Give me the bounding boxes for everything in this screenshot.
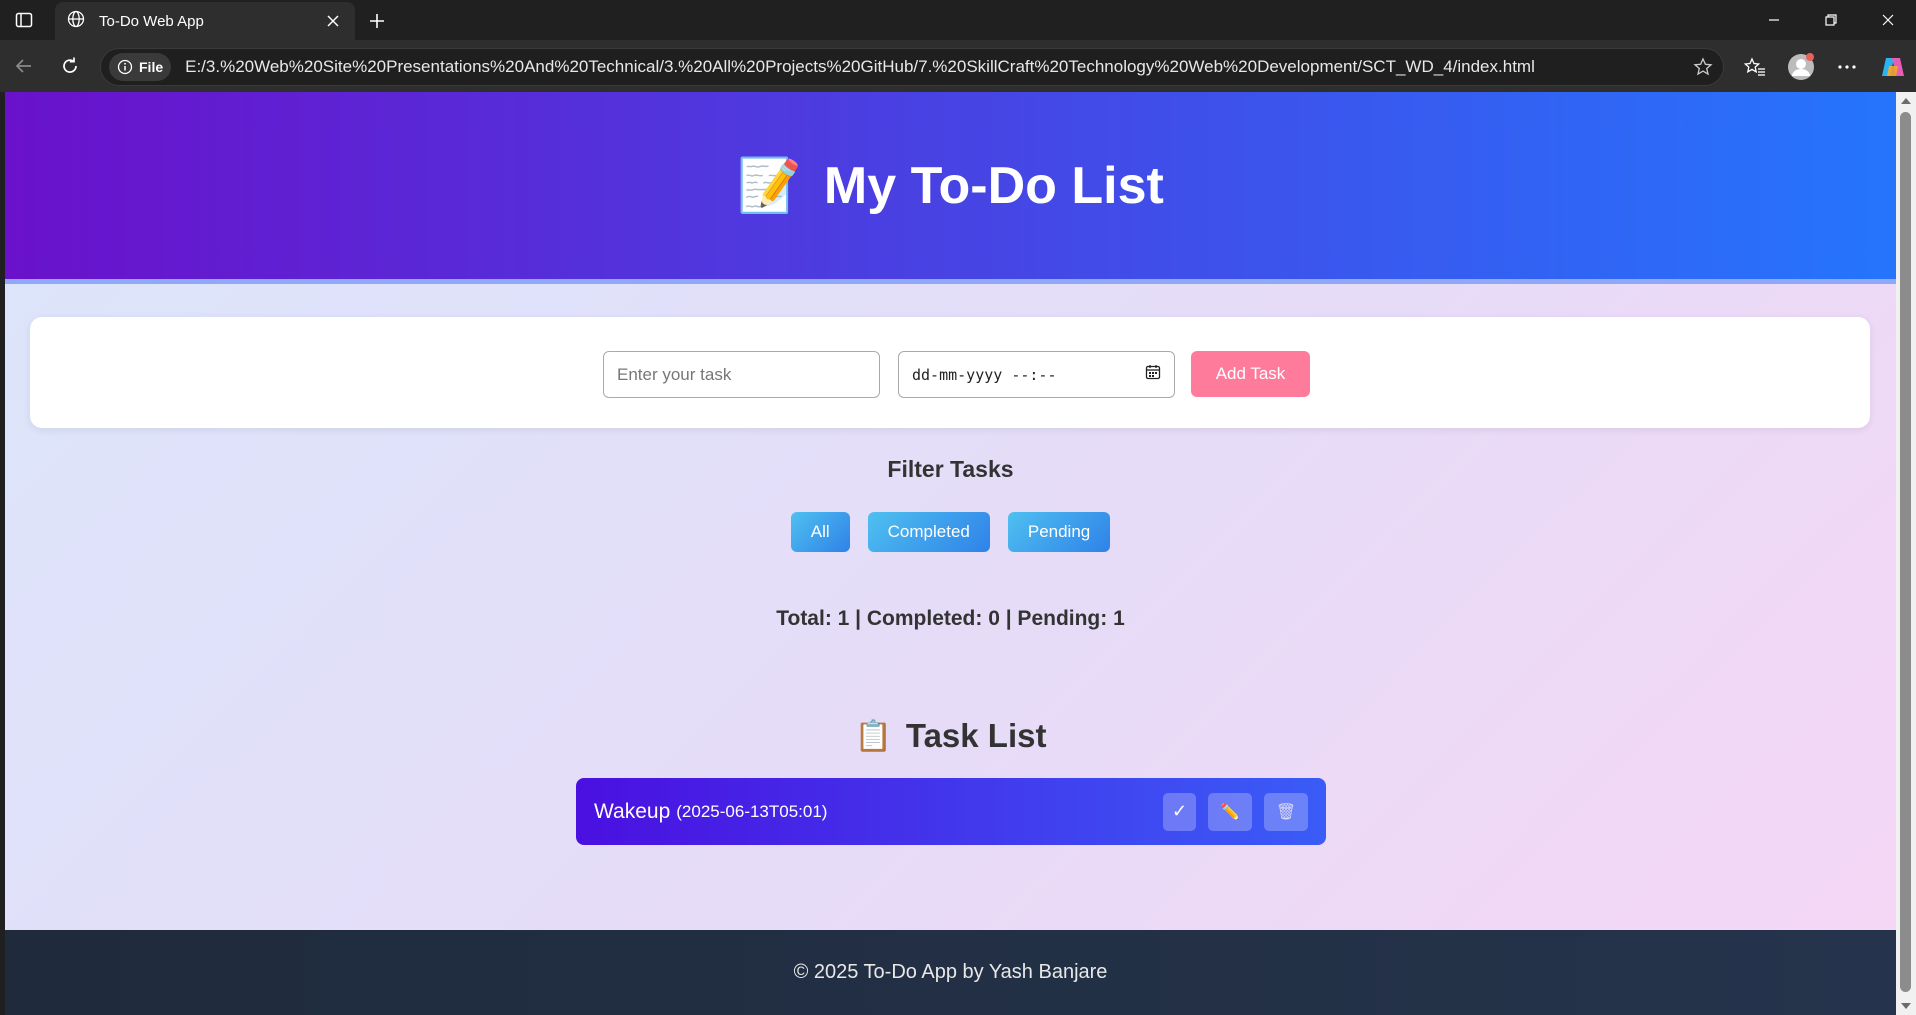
window-controls: [1745, 0, 1916, 40]
back-icon[interactable]: [8, 50, 40, 82]
task-input-card: dd-mm-yyyy --:-- Add Task: [30, 317, 1870, 428]
page-scrollbar[interactable]: [1896, 92, 1916, 1015]
tab-actions-icon[interactable]: [0, 0, 48, 40]
info-icon: [117, 59, 133, 75]
task-stats: Total: 1 | Completed: 0 | Pending: 1: [776, 607, 1125, 630]
datetime-placeholder: dd-mm-yyyy --:--: [912, 365, 1057, 384]
minimize-icon[interactable]: [1745, 0, 1802, 40]
trash-icon: 🗑: [1275, 803, 1297, 821]
scroll-up-icon[interactable]: [1901, 98, 1911, 104]
task-date: (2025-06-13T05:01): [676, 801, 828, 821]
clipboard-icon: 📋: [854, 719, 892, 753]
close-tab-icon[interactable]: [323, 11, 343, 31]
profile-avatar-icon[interactable]: [1778, 48, 1824, 86]
page-title-text: My To-Do List: [823, 156, 1164, 215]
checkmark-icon: ✓: [1171, 801, 1188, 821]
tab-title: To-Do Web App: [99, 12, 204, 30]
task-name: Wakeup: [594, 799, 671, 823]
restore-icon[interactable]: [1802, 0, 1859, 40]
page-viewport: 📝 My To-Do List dd-mm-yyyy --:-- Add Tas…: [5, 92, 1896, 1015]
favorite-star-icon[interactable]: [1683, 48, 1723, 86]
footer-text: © 2025 To-Do App by Yash Banjare: [793, 961, 1108, 983]
browser-nav-bar: File E:/3.%20Web%20Site%20Presentations%…: [0, 40, 1916, 92]
favorites-icon[interactable]: [1732, 48, 1778, 86]
datetime-input[interactable]: dd-mm-yyyy --:--: [898, 351, 1175, 398]
task-list-title-text: Task List: [905, 717, 1047, 754]
scrollbar-thumb[interactable]: [1900, 112, 1911, 992]
globe-icon: [67, 10, 85, 32]
browser-tab[interactable]: To-Do Web App: [55, 2, 355, 40]
app-footer: © 2025 To-Do App by Yash Banjare: [5, 930, 1896, 1015]
page-title: 📝 My To-Do List: [737, 155, 1164, 216]
toolbar-right: [1732, 48, 1916, 86]
scroll-down-icon[interactable]: [1901, 1003, 1911, 1009]
filter-buttons: All Completed Pending: [5, 512, 1896, 552]
more-options-icon[interactable]: [1824, 48, 1870, 86]
task-item: Wakeup (2025-06-13T05:01) ✓ ✏️ 🗑: [576, 778, 1326, 845]
close-window-icon[interactable]: [1859, 0, 1916, 40]
address-bar[interactable]: File E:/3.%20Web%20Site%20Presentations%…: [100, 48, 1724, 86]
refresh-icon[interactable]: [54, 50, 86, 82]
filter-pending-button[interactable]: Pending: [1007, 512, 1111, 552]
delete-task-button[interactable]: 🗑: [1264, 792, 1308, 831]
copilot-icon[interactable]: [1870, 48, 1916, 86]
memo-icon: 📝: [737, 157, 802, 215]
pencil-icon: ✏️: [1220, 803, 1240, 821]
filter-all-button[interactable]: All: [790, 512, 850, 552]
edit-task-button[interactable]: ✏️: [1208, 792, 1252, 831]
site-info-label: File: [139, 59, 164, 75]
new-tab-icon[interactable]: [364, 8, 390, 34]
filter-title: Filter Tasks: [887, 456, 1014, 482]
browser-tab-bar: To-Do Web App: [0, 0, 1916, 40]
add-task-button[interactable]: Add Task: [1191, 351, 1310, 397]
task-actions: ✓ ✏️ 🗑: [1151, 792, 1308, 831]
calendar-icon[interactable]: [1145, 364, 1161, 385]
url-text[interactable]: E:/3.%20Web%20Site%20Presentations%20And…: [185, 57, 1683, 77]
filter-completed-button[interactable]: Completed: [867, 512, 990, 552]
task-input[interactable]: [603, 351, 880, 398]
task-list-title: 📋 Task List: [5, 717, 1896, 755]
site-info-button[interactable]: File: [109, 53, 172, 81]
complete-task-button[interactable]: ✓: [1163, 792, 1196, 831]
app-header: 📝 My To-Do List: [5, 92, 1896, 284]
